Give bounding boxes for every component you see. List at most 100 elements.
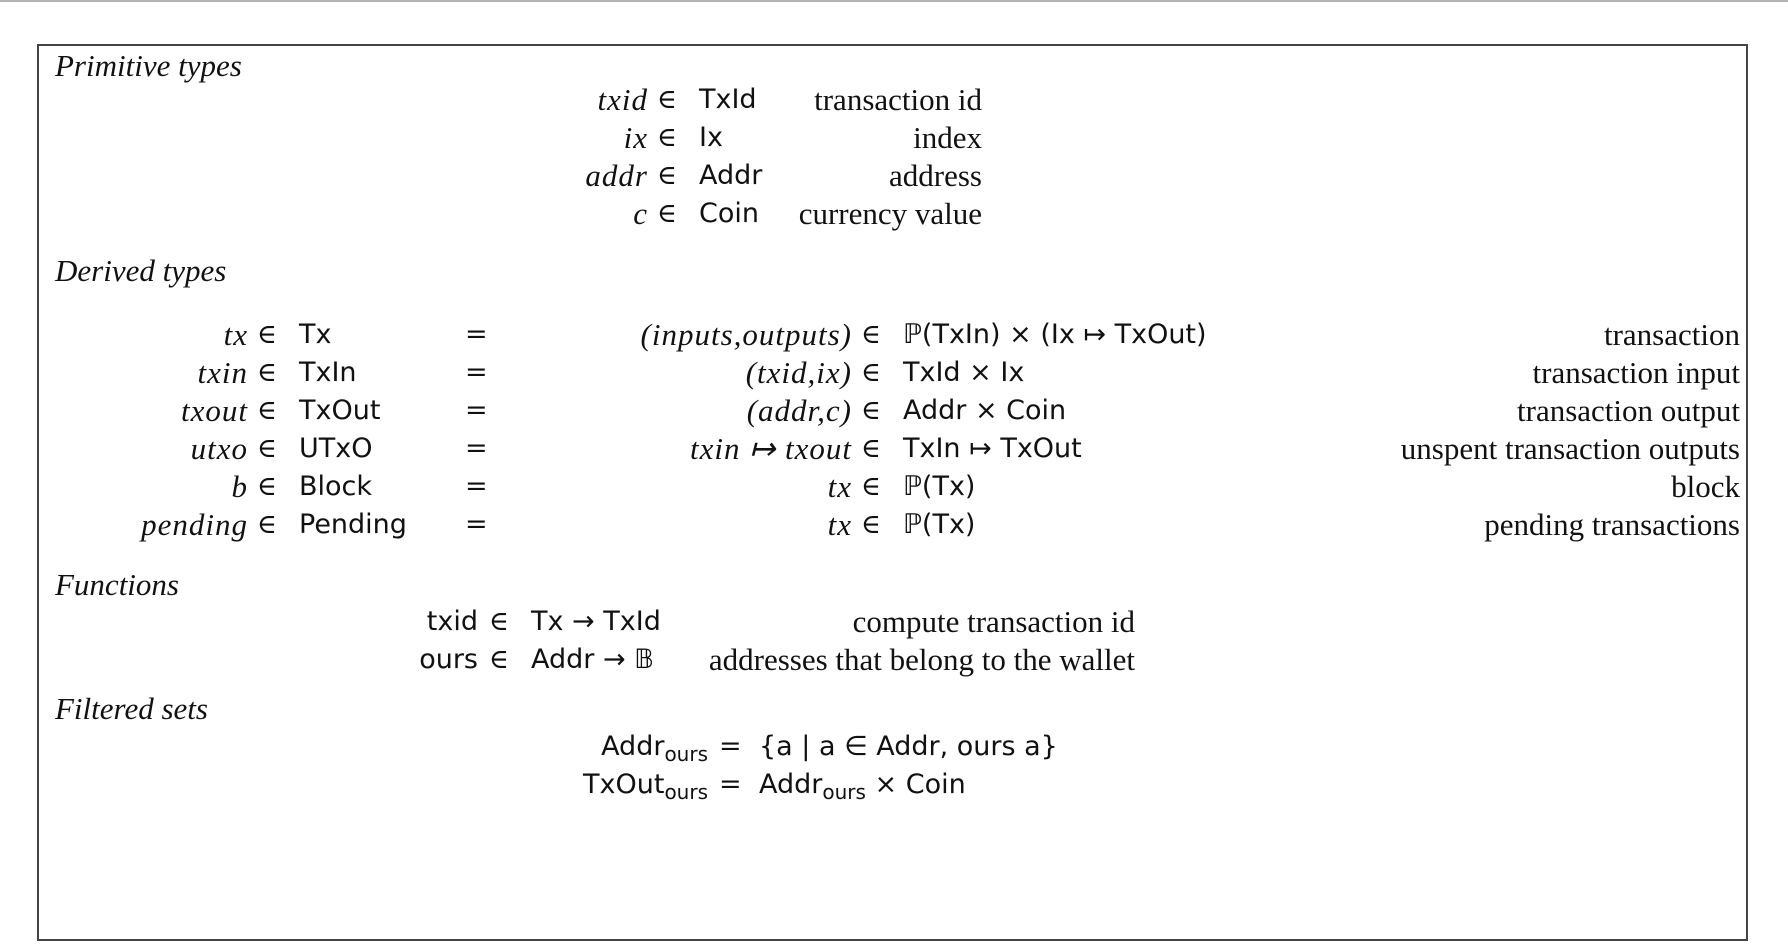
member-symbol: ∈ <box>861 319 881 350</box>
equals-symbol: = <box>465 319 488 350</box>
derived-set: Block <box>299 471 373 502</box>
filtered-lhs-subscript: ours <box>664 780 708 804</box>
equals-symbol: = <box>719 769 742 800</box>
member-symbol: ∈ <box>657 84 677 115</box>
derived-type: Addr × Coin <box>903 395 1067 426</box>
member-symbol: ∈ <box>861 471 881 502</box>
member-symbol: ∈ <box>257 509 277 540</box>
filtered-rhs: Addrours × Coin <box>759 765 966 805</box>
member-symbol: ∈ <box>489 644 509 675</box>
filtered-lhs-subscript: ours <box>664 742 708 766</box>
member-symbol: ∈ <box>861 433 881 464</box>
derived-desc: transaction <box>1603 317 1740 352</box>
derived-var: txin <box>197 355 248 390</box>
derived-row: utxo ∈ UTxO = txin ↦ txout ∈ TxIn ↦ TxOu… <box>39 429 1740 469</box>
filtered-rhs-rest: × Coin <box>874 769 966 800</box>
filtered-lhs: Addrours <box>601 727 708 767</box>
derived-desc: block <box>1671 469 1740 504</box>
derived-set: Tx <box>299 319 332 350</box>
page-top-rule <box>0 0 1788 2</box>
section-title-filtered: Filtered sets <box>55 691 208 726</box>
filtered-rhs-base: Addr <box>759 769 823 800</box>
function-name: ours <box>419 644 478 675</box>
primitive-desc: address <box>889 158 982 193</box>
derived-row: txin ∈ TxIn = (txid,ix) ∈ TxId × Ix tran… <box>39 353 1741 393</box>
equals-symbol: = <box>465 471 488 502</box>
primitive-desc: currency value <box>798 196 982 231</box>
filtered-rhs: {a | a ∈ Addr, ours a} <box>759 731 1058 762</box>
member-symbol: ∈ <box>257 395 277 426</box>
equals-symbol: = <box>465 395 488 426</box>
member-symbol: ∈ <box>861 395 881 426</box>
derived-desc: unspent transaction outputs <box>1400 431 1740 466</box>
function-desc: addresses that belong to the wallet <box>708 642 1135 677</box>
member-symbol: ∈ <box>861 509 881 540</box>
filtered-lhs-base: TxOut <box>583 769 665 800</box>
derived-desc: transaction output <box>1517 393 1740 428</box>
derived-desc: transaction input <box>1532 355 1740 390</box>
derived-set: Pending <box>299 509 407 540</box>
derived-value: (addr,c) <box>746 393 852 428</box>
derived-var: b <box>231 469 248 504</box>
primitive-set: Ix <box>699 122 723 153</box>
derived-type: ℙ(TxIn) × (Ix ↦ TxOut) <box>903 319 1207 350</box>
primitive-var: ix <box>623 120 648 155</box>
filtered-row: Addrours = {a | a ∈ Addr, ours a} <box>39 727 1739 767</box>
function-row: ours ∈ Addr → 𝔹 addresses that belong to… <box>39 640 1739 680</box>
derived-row: b ∈ Block = tx ∈ ℙ(Tx) block <box>39 467 1741 507</box>
member-symbol: ∈ <box>489 606 509 637</box>
primitive-set: Coin <box>699 198 759 229</box>
derived-type: TxId × Ix <box>903 357 1025 388</box>
primitive-row: c ∈ Coin currency value <box>39 194 1739 234</box>
equals-symbol: = <box>465 357 488 388</box>
filtered-lhs-base: Addr <box>601 731 665 762</box>
member-symbol: ∈ <box>257 319 277 350</box>
derived-row: pending ∈ Pending = tx ∈ ℙ(Tx) pending t… <box>39 505 1740 545</box>
primitive-desc: transaction id <box>814 82 982 117</box>
derived-value: txin ↦ txout <box>690 431 852 466</box>
derived-var: utxo <box>190 431 248 466</box>
equals-symbol: = <box>465 433 488 464</box>
derived-var: pending <box>141 507 248 542</box>
derived-type: ℙ(Tx) <box>903 471 976 502</box>
member-symbol: ∈ <box>657 198 677 229</box>
primitive-set: TxId <box>699 84 757 115</box>
derived-set: UTxO <box>299 433 373 464</box>
derived-row: txout ∈ TxOut = (addr,c) ∈ Addr × Coin t… <box>39 391 1740 431</box>
function-signature: Addr → 𝔹 <box>531 644 654 675</box>
section-title-primitive: Primitive types <box>55 48 242 83</box>
derived-set: TxIn <box>299 357 357 388</box>
derived-row: tx ∈ Tx = (inputs,outputs) ∈ ℙ(TxIn) × (… <box>39 315 1740 355</box>
primitive-row: ix ∈ Ix index <box>39 118 1739 158</box>
primitive-set: Addr <box>699 160 763 191</box>
member-symbol: ∈ <box>657 160 677 191</box>
section-title-functions: Functions <box>55 567 179 602</box>
primitive-var: addr <box>585 158 648 193</box>
primitive-desc: index <box>913 120 982 155</box>
derived-var: tx <box>223 317 248 352</box>
primitive-row: txid ∈ TxId transaction id <box>39 80 1739 120</box>
derived-type: ℙ(Tx) <box>903 509 976 540</box>
function-name: txid <box>426 606 478 637</box>
derived-var: txout <box>181 393 248 428</box>
primitive-var: c <box>633 196 648 231</box>
equals-symbol: = <box>719 731 742 762</box>
member-symbol: ∈ <box>257 357 277 388</box>
derived-value: (txid,ix) <box>745 355 852 390</box>
derived-value: tx <box>827 507 852 542</box>
member-symbol: ∈ <box>257 433 277 464</box>
figure-box: Primitive types txid ∈ TxId transaction … <box>37 44 1748 941</box>
filtered-rhs-subscript: ours <box>822 780 866 804</box>
function-signature: Tx → TxId <box>531 606 661 637</box>
member-symbol: ∈ <box>657 122 677 153</box>
function-desc: compute transaction id <box>852 604 1135 639</box>
derived-type: TxIn ↦ TxOut <box>903 433 1082 464</box>
derived-value: (inputs,outputs) <box>640 317 852 352</box>
function-row: txid ∈ Tx → TxId compute transaction id <box>39 602 1739 642</box>
derived-set: TxOut <box>299 395 381 426</box>
derived-desc: pending transactions <box>1484 507 1740 542</box>
equals-symbol: = <box>465 509 488 540</box>
primitive-var: txid <box>597 82 648 117</box>
member-symbol: ∈ <box>861 357 881 388</box>
filtered-lhs: TxOutours <box>583 765 708 805</box>
